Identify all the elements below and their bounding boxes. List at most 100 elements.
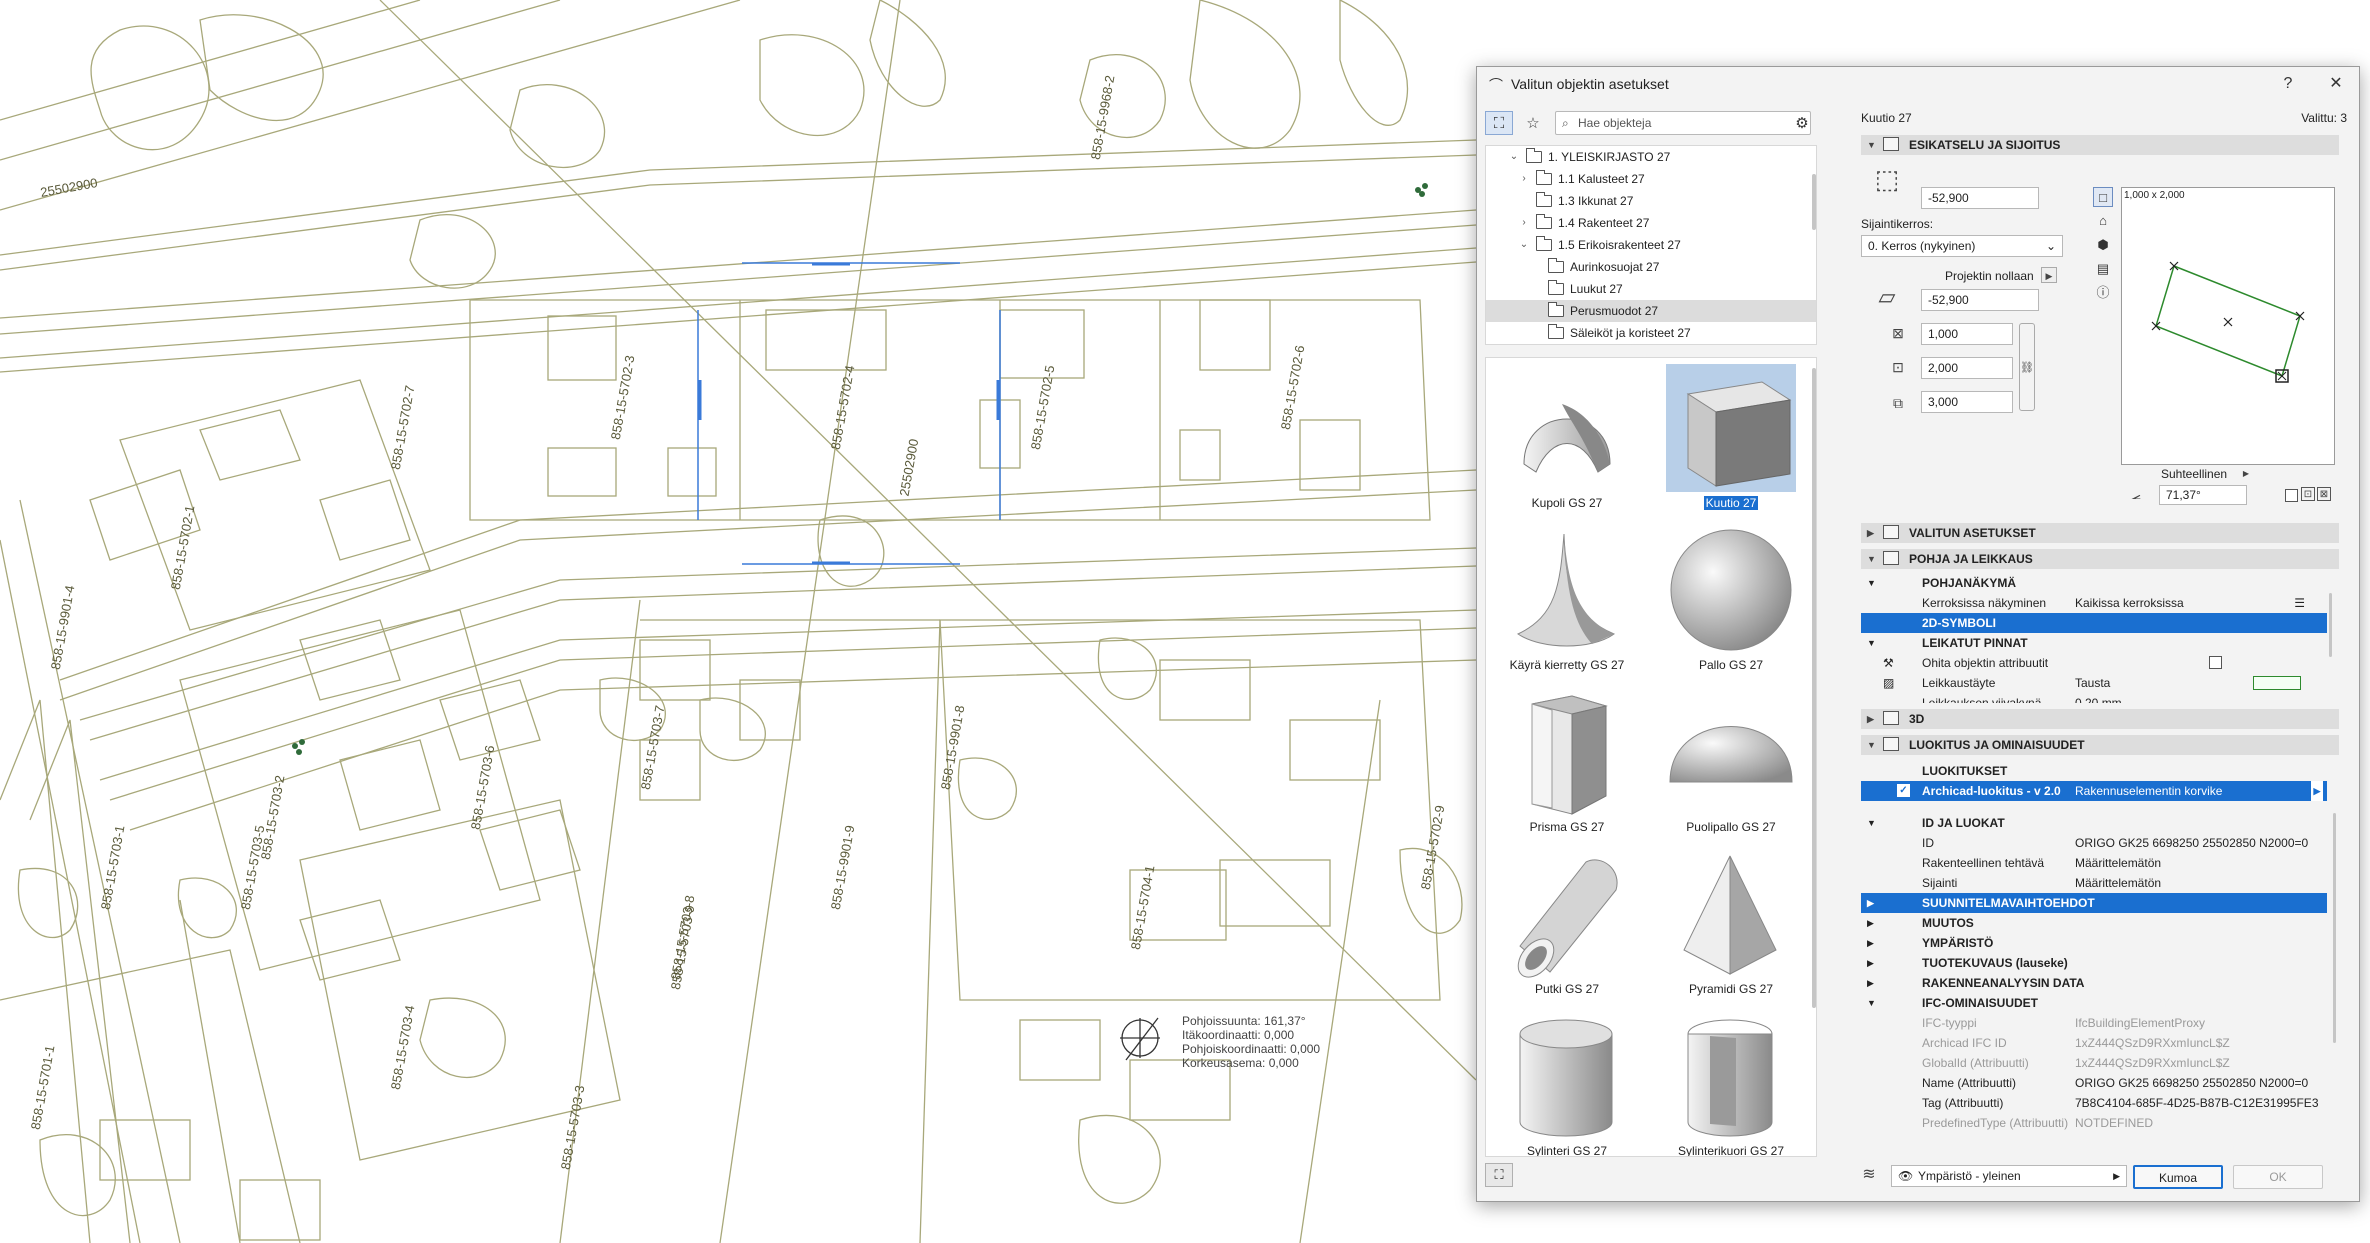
chevron-icon[interactable]: ⌄ (1518, 234, 1530, 256)
override-checkbox[interactable] (2209, 656, 2222, 669)
property-row[interactable]: Kerroksissa näkyminen Kaikissa kerroksiss… (1861, 593, 2327, 613)
play-arrow-icon[interactable]: ▶ (2041, 267, 2057, 283)
search-input[interactable]: ⌕ Hae objekteja (1555, 111, 1811, 135)
angle-field[interactable]: 71,37° (2159, 485, 2247, 505)
gallery-item-selected[interactable]: Kuutio 27 (1666, 364, 1796, 514)
list-icon[interactable]: ☰ (2294, 593, 2305, 613)
gallery-item[interactable]: Sylinteri GS 27 (1502, 1012, 1632, 1156)
property-row[interactable]: ⚒ Ohita objektin attribuutit (1861, 653, 2327, 673)
property-value[interactable]: Rakennuselementin korvike (2075, 781, 2222, 801)
gear-icon[interactable]: ⚙ (1791, 111, 1813, 135)
property-row[interactable]: ▼ IFC-OMINAISUUDET (1861, 993, 2327, 1013)
dimension-field-1[interactable]: 1,000 (1921, 323, 2013, 345)
tree-item[interactable]: Luukut 27 (1486, 278, 1816, 300)
gallery-item[interactable]: Sylinterikuori GS 27 (1666, 1012, 1796, 1156)
dimension-field-2[interactable]: 2,000 (1921, 357, 2013, 379)
property-row[interactable]: ▼ LEIKATUT PINNAT (1861, 633, 2327, 653)
library-manager-icon[interactable]: ⛶ (1485, 1163, 1513, 1187)
fill-swatch[interactable] (2253, 676, 2301, 690)
favorites-star-icon[interactable]: ☆ (1519, 111, 1547, 135)
tree-item[interactable]: 1.3 Ikkunat 27 (1486, 190, 1816, 212)
property-row[interactable]: Rakenteellinen tehtävä Määrittelemätön (1861, 853, 2327, 873)
property-row[interactable]: LUOKITUKSET (1861, 761, 2327, 781)
property-row[interactable]: GlobalId (Attribuutti) 1xZ444QSzD9RXxmIun… (1861, 1053, 2327, 1073)
tree-item[interactable]: › 1.1 Kalusteet 27 (1486, 168, 1816, 190)
plan-view-icon[interactable]: □ (2093, 187, 2113, 207)
tree-item[interactable]: ⌄ 1.5 Erikoisrakenteet 27 (1486, 234, 1816, 256)
projection-field[interactable]: -52,900 (1921, 289, 2039, 311)
home-story-dropdown[interactable]: 0. Kerros (nykyinen) ⌄ (1861, 235, 2063, 257)
close-button[interactable]: ✕ (2321, 73, 2351, 95)
tree-scrollbar[interactable] (1812, 174, 1816, 230)
property-value[interactable]: 1xZ444QSzD9RXxmIuncL$Z (2075, 1053, 2230, 1073)
tree-item[interactable]: › 1.4 Rakenteet 27 (1486, 212, 1816, 234)
section-selected-settings[interactable]: ▶ VALITUN ASETUKSET (1861, 523, 2339, 543)
3d-view-icon[interactable]: ⬢ (2093, 235, 2113, 255)
property-row[interactable]: ▨ Leikkaustäyte Tausta (1861, 673, 2327, 693)
gallery-item[interactable]: Pallo GS 27 (1666, 526, 1796, 676)
section-3d[interactable]: ▶ 3D (1861, 709, 2339, 729)
dialog-titlebar[interactable]: ⌒ Valitun objektin asetukset ? ✕ (1477, 67, 2359, 101)
property-row[interactable]: Name (Attribuutti) ORIGO GK25 6698250 255… (1861, 1073, 2327, 1093)
chevron-icon[interactable]: › (1518, 212, 1530, 234)
gallery-item[interactable]: Kupoli GS 27 (1502, 364, 1632, 514)
elevation-field[interactable]: -52,900 (1921, 187, 2039, 209)
layer-dropdown[interactable]: 👁 Ympäristö - yleinen ▶ (1891, 1165, 2127, 1187)
section-classification[interactable]: ▼ LUOKITUS JA OMINAISUUDET (1861, 735, 2339, 755)
tree-item[interactable]: Säleiköt ja koristeet 27 (1486, 322, 1816, 344)
section-view-icon[interactable]: ▤ (2093, 259, 2113, 279)
info-icon[interactable]: ⓘ (2093, 283, 2113, 303)
mirror-checkbox[interactable] (2285, 489, 2298, 502)
property-row[interactable]: Archicad IFC ID 1xZ444QSzD9RXxmIuncL$Z (1861, 1033, 2327, 1053)
tree-item[interactable]: Aurinkosuojat 27 (1486, 256, 1816, 278)
property-row[interactable]: PredefinedType (Attribuutti) NOTDEFINED (1861, 1113, 2327, 1133)
section-floor-plan[interactable]: ▼ POHJA JA LEIKKAUS (1861, 549, 2339, 569)
floor-scrollbar[interactable] (2329, 593, 2332, 657)
gallery-item[interactable]: Prisma GS 27 (1502, 688, 1632, 838)
property-value[interactable]: ORIGO GK25 6698250 25502850 N2000=0 (2075, 1073, 2308, 1093)
elevation-view-icon[interactable]: ⌂ (2093, 211, 2113, 231)
play-arrow-icon[interactable]: ▶ (2311, 781, 2323, 801)
section-preview[interactable]: ▼ ESIKATSELU JA SIJOITUS (1861, 135, 2339, 155)
mirror-icon[interactable]: ⊡ (2301, 487, 2315, 501)
property-value[interactable]: NOTDEFINED (2075, 1113, 2153, 1133)
property-row[interactable]: IFC-tyyppi IfcBuildingElementProxy (1861, 1013, 2327, 1033)
property-value[interactable]: 7B8C4104-685F-4D25-B87B-C12E31995FE3 (2075, 1093, 2319, 1113)
property-row-selected[interactable]: ▶ SUUNNITELMAVAIHTOEHDOT (1861, 893, 2327, 913)
cancel-button[interactable]: Kumoa (2133, 1165, 2223, 1189)
gallery-scrollbar[interactable] (1812, 368, 1816, 1008)
property-value[interactable]: Kaikissa kerroksissa (2075, 593, 2184, 613)
reset-icon[interactable]: ⊠ (2317, 487, 2331, 501)
property-row[interactable]: Tag (Attribuutti) 7B8C4104-685F-4D25-B87B… (1861, 1093, 2327, 1113)
gallery-item[interactable]: Pyramidi GS 27 (1666, 850, 1796, 1000)
gallery-item[interactable]: Käyrä kierretty GS 27 (1502, 526, 1632, 676)
help-button[interactable]: ? (2273, 73, 2303, 95)
property-row[interactable]: Sijainti Määrittelemätön (1861, 873, 2327, 893)
property-row[interactable]: ▶ MUUTOS (1861, 913, 2327, 933)
property-value[interactable]: 1xZ444QSzD9RXxmIuncL$Z (2075, 1033, 2230, 1053)
chevron-icon[interactable]: › (1518, 168, 1530, 190)
gallery-item[interactable]: Putki GS 27 (1502, 850, 1632, 1000)
tree-item[interactable]: ⌄ 1. YLEISKIRJASTO 27 (1486, 146, 1816, 168)
property-row[interactable]: ▼ POHJANÄKYMÄ (1861, 573, 2327, 593)
tree-item-selected[interactable]: Perusmuodot 27 (1486, 300, 1816, 322)
play-arrow-icon[interactable]: ▶ (2239, 467, 2253, 481)
property-row[interactable]: ID ORIGO GK25 6698250 25502850 N2000=0 (1861, 833, 2327, 853)
property-row-selected[interactable]: 2D-SYMBOLI (1861, 613, 2327, 633)
plan-preview[interactable]: 1,000 x 2,000 (2121, 187, 2335, 465)
property-row-selected[interactable]: ✓ Archicad-luokitus - v 2.0 Rakennuselemen… (1861, 781, 2327, 801)
classification-checkbox[interactable]: ✓ (1897, 784, 1910, 797)
property-row[interactable]: ▶ TUOTEKUVAUS (lauseke) (1861, 953, 2327, 973)
property-value[interactable]: Määrittelemätön (2075, 853, 2161, 873)
property-value[interactable]: 0,20 mm (2075, 693, 2122, 703)
ok-button[interactable]: OK (2233, 1165, 2323, 1189)
library-browser-icon[interactable]: ⛶ (1485, 111, 1513, 135)
property-row[interactable]: ▶ RAKENNEANALYYSIN DATA (1861, 973, 2327, 993)
chevron-icon[interactable]: ⌄ (1508, 146, 1520, 168)
property-row[interactable]: Leikkauksen viivakynä 0,20 mm (1861, 693, 2327, 703)
property-row[interactable]: ▼ ID JA LUOKAT (1861, 813, 2327, 833)
property-value[interactable]: ORIGO GK25 6698250 25502850 N2000=0 (2075, 833, 2308, 853)
chain-icon[interactable]: ⛓ (2019, 323, 2035, 411)
property-value[interactable]: Tausta (2075, 673, 2110, 693)
properties-scrollbar[interactable] (2333, 813, 2336, 1043)
